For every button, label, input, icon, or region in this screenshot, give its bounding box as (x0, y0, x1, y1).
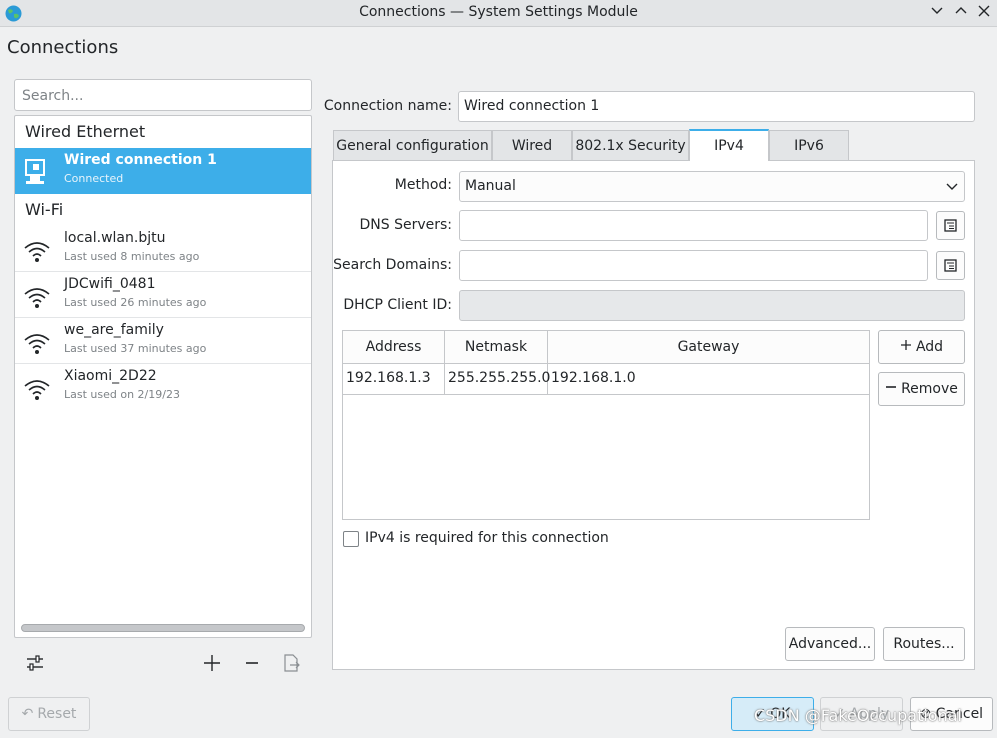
dhcp-client-id-label: DHCP Client ID: (343, 297, 452, 313)
connection-item-wifi-4[interactable]: Xiaomi_2D22 Last used on 2/19/23 (15, 364, 311, 410)
remove-label: Remove (901, 381, 958, 397)
connection-status: Last used 37 minutes ago (64, 342, 207, 355)
reset-icon: ↶ (21, 706, 34, 722)
configure-icon[interactable] (24, 652, 46, 674)
plus-icon (900, 340, 911, 350)
address-table[interactable]: Address Netmask Gateway 192.168.1.3 255.… (342, 330, 870, 520)
search-field[interactable] (14, 79, 312, 111)
category-wifi: Wi-Fi (25, 200, 64, 219)
connection-name-label: Connection name: (323, 98, 452, 114)
add-icon[interactable] (201, 652, 223, 674)
routes-button[interactable]: Routes... (883, 627, 965, 661)
connection-name: Xiaomi_2D22 (64, 368, 157, 384)
advanced-button[interactable]: Advanced... (785, 627, 875, 661)
method-selected-value: Manual (465, 178, 516, 194)
table-row[interactable]: 192.168.1.3 255.255.255.0 192.168.1.0 (343, 364, 869, 395)
connection-status: Last used 8 minutes ago (64, 250, 200, 263)
maximize-icon[interactable] (952, 4, 970, 22)
connection-name: we_are_family (64, 322, 164, 338)
search-input[interactable] (20, 87, 306, 105)
remove-address-button[interactable]: Remove (878, 372, 965, 406)
method-select[interactable]: Manual (459, 171, 965, 202)
edit-list-icon (944, 219, 957, 232)
cell-address[interactable]: 192.168.1.3 (343, 364, 445, 394)
minimize-icon[interactable] (928, 4, 946, 22)
connection-name-field[interactable]: Wired connection 1 (458, 91, 975, 122)
row-divider (343, 394, 869, 395)
dns-edit-list-button[interactable] (936, 211, 965, 240)
wifi-icon (24, 334, 50, 354)
column-header-address[interactable]: Address (343, 331, 445, 363)
ipv4-required-label[interactable]: IPv4 is required for this connection (365, 530, 609, 546)
search-domains-field[interactable] (459, 250, 928, 281)
chevron-down-icon (946, 183, 958, 190)
connection-item-wifi-3[interactable]: we_are_family Last used 37 minutes ago (15, 318, 311, 364)
cell-gateway[interactable]: 192.168.1.0 (548, 364, 664, 394)
connection-status: Last used on 2/19/23 (64, 388, 180, 401)
dhcp-client-id-field (459, 290, 965, 321)
add-label: Add (915, 339, 944, 355)
tab-ipv4[interactable]: IPv4 (689, 129, 769, 161)
page-title: Connections (7, 37, 119, 58)
dns-servers-label: DNS Servers: (359, 217, 452, 233)
connection-item-wifi-1[interactable]: local.wlan.bjtu Last used 8 minutes ago (15, 226, 311, 272)
tab-ipv6[interactable]: IPv6 (769, 130, 849, 161)
connection-name: Wired connection 1 (64, 152, 217, 168)
tab-general-configuration[interactable]: General configuration (333, 130, 492, 161)
reset-label: Reset (37, 706, 77, 722)
category-wired-ethernet: Wired Ethernet (25, 122, 146, 141)
edit-list-icon (944, 259, 957, 272)
column-header-netmask[interactable]: Netmask (445, 331, 548, 363)
method-label: Method: (394, 177, 452, 193)
wifi-icon (24, 288, 50, 308)
wifi-icon (24, 380, 50, 400)
connection-item-wifi-2[interactable]: JDCwifi_0481 Last used 26 minutes ago (15, 272, 311, 318)
search-domains-edit-list-button[interactable] (936, 251, 965, 280)
connection-status: Last used 26 minutes ago (64, 296, 207, 309)
horizontal-scrollbar[interactable] (21, 624, 305, 632)
reset-button[interactable]: ↶ Reset (8, 697, 90, 731)
minus-icon (886, 386, 897, 388)
tab-wired[interactable]: Wired (492, 130, 572, 161)
remove-icon[interactable] (241, 652, 263, 674)
connection-name: local.wlan.bjtu (64, 230, 166, 246)
column-header-gateway[interactable]: Gateway (548, 331, 869, 363)
connection-name: JDCwifi_0481 (64, 276, 156, 292)
watermark-text: CSDN @FakeOccupational (754, 706, 962, 725)
wired-network-icon (25, 159, 45, 184)
add-address-button[interactable]: Add (878, 330, 965, 364)
title-bar: Connections — System Settings Module (0, 0, 997, 27)
connection-item-wired-1[interactable]: Wired connection 1 Connected (15, 148, 311, 194)
ipv4-required-checkbox[interactable] (343, 531, 359, 547)
export-icon[interactable] (280, 652, 302, 674)
search-domains-label: Search Domains: (333, 257, 452, 273)
connection-status: Connected (64, 172, 124, 185)
connection-list: Wired Ethernet Wired connection 1 Connec… (14, 115, 312, 638)
tab-8021x-security[interactable]: 802.1x Security (572, 130, 689, 161)
cell-netmask[interactable]: 255.255.255.0 (445, 364, 550, 394)
window-title: Connections — System Settings Module (359, 4, 638, 20)
dns-servers-field[interactable] (459, 210, 928, 241)
wifi-icon (24, 242, 50, 262)
close-icon[interactable] (975, 4, 993, 22)
